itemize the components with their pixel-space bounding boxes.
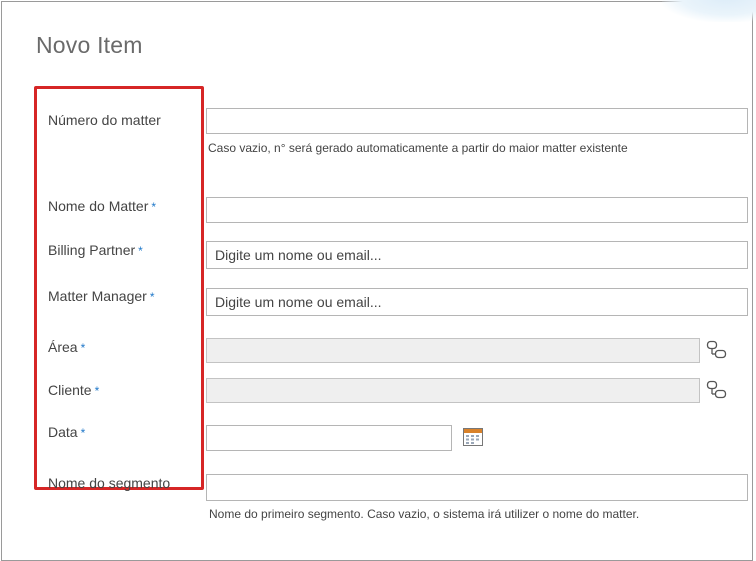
form-panel: Novo Item Número do matter Caso vazio, n… [1,0,756,561]
required-mark: * [80,426,86,440]
area-lookup-icon[interactable] [706,340,728,360]
label-cliente: Cliente * [48,382,99,398]
label-matter-manager-text: Matter Manager [48,288,147,304]
nome-segmento-input[interactable] [206,474,748,501]
label-billing-partner-text: Billing Partner [48,242,136,258]
numero-matter-hint: Caso vazio, n° será gerado automaticamen… [208,141,628,155]
label-numero-matter-text: Número do matter [48,112,161,128]
cliente-input[interactable] [206,378,700,403]
label-cliente-text: Cliente [48,382,92,398]
label-numero-matter: Número do matter [48,112,161,128]
label-data: Data * [48,424,85,440]
required-mark: * [138,244,143,258]
required-mark: * [94,384,100,398]
label-matter-manager: Matter Manager * [48,288,155,304]
cliente-lookup-icon[interactable] [706,380,728,400]
label-area-text: Área [48,339,78,355]
corner-decoration [662,0,756,22]
billing-partner-input[interactable] [206,241,748,269]
label-nome-matter: Nome do Matter * [48,198,156,214]
required-mark: * [149,290,155,304]
label-nome-segmento: Nome do segmento [48,475,170,491]
matter-manager-input[interactable] [206,288,748,316]
numero-matter-input[interactable] [206,108,748,134]
label-area: Área * [48,339,85,355]
nome-matter-input[interactable] [206,197,748,223]
label-nome-segmento-text: Nome do segmento [48,475,171,491]
area-input[interactable] [206,338,700,363]
page-title: Novo Item [36,32,143,58]
required-mark: * [151,200,157,214]
calendar-icon[interactable] [462,427,484,447]
label-billing-partner: Billing Partner * [48,242,143,258]
nome-segmento-hint: Nome do primeiro segmento. Caso vazio, o… [209,507,640,521]
label-nome-matter-text: Nome do Matter [48,198,149,214]
required-mark: * [80,341,86,355]
label-data-text: Data [48,424,78,440]
data-input[interactable] [206,425,452,451]
